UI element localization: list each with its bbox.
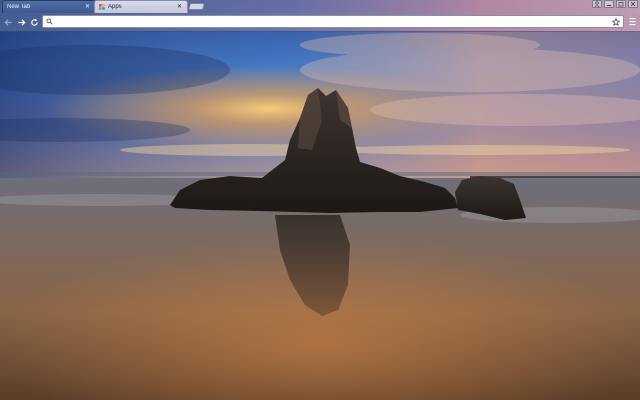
tab-apps[interactable]: Apps ✕ — [94, 0, 188, 13]
reload-button[interactable] — [28, 16, 40, 28]
close-icon[interactable]: ✕ — [84, 4, 91, 11]
background-wallpaper — [0, 0, 640, 400]
tab-title: Apps — [108, 4, 122, 10]
window-controls — [592, 0, 638, 9]
close-icon[interactable]: ✕ — [176, 4, 183, 11]
restore-icon[interactable] — [616, 0, 626, 8]
address-input[interactable] — [56, 16, 612, 27]
user-icon[interactable] — [592, 0, 602, 8]
new-tab-button[interactable] — [188, 3, 205, 10]
apps-icon — [99, 4, 105, 10]
close-icon[interactable] — [628, 0, 638, 8]
minimize-icon[interactable] — [604, 0, 614, 8]
back-arrow-icon — [3, 18, 12, 26]
tab-strip: New Tab ✕ Apps ✕ — [0, 0, 640, 13]
forward-button[interactable] — [15, 16, 27, 28]
menu-button[interactable] — [627, 16, 637, 27]
tab-new-tab[interactable]: New Tab ✕ — [2, 0, 96, 13]
browser-window: New Tab ✕ Apps ✕ — [0, 0, 640, 400]
browser-toolbar — [0, 13, 640, 32]
reload-icon — [30, 18, 38, 26]
tab-title: New Tab — [7, 4, 31, 10]
back-button[interactable] — [2, 16, 14, 28]
forward-arrow-icon — [17, 18, 26, 26]
address-bar[interactable] — [42, 15, 624, 28]
search-icon — [46, 18, 53, 25]
star-icon[interactable] — [612, 17, 620, 26]
menu-icon — [629, 18, 635, 26]
